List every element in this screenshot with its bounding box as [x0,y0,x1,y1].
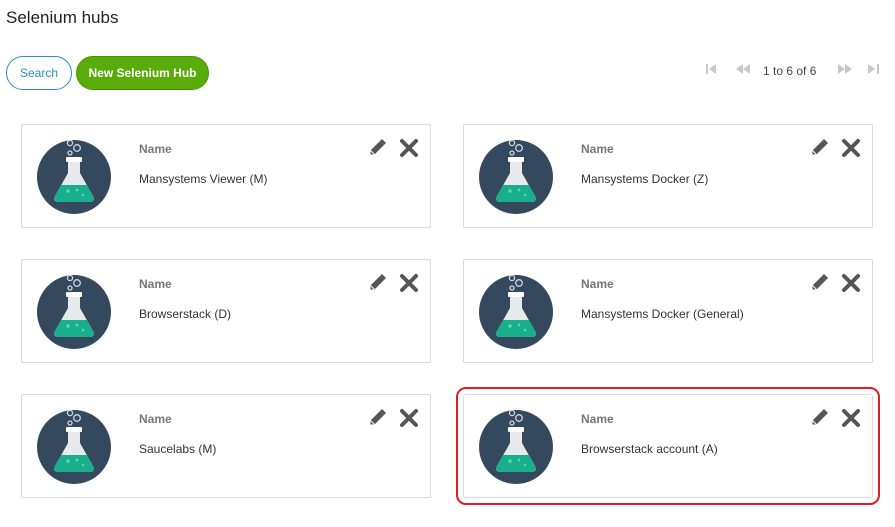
close-icon[interactable] [399,408,419,428]
pencil-icon[interactable] [810,139,828,157]
close-icon[interactable] [399,273,419,293]
flask-icon [479,274,553,349]
last-page-icon[interactable] [868,63,879,78]
hub-name-value: Browserstack account (A) [581,442,718,456]
first-page-icon[interactable] [706,63,717,78]
hub-name-label: Name [139,277,172,291]
hub-name-value: Browserstack (D) [139,307,232,321]
next-page-icon[interactable] [838,63,852,78]
pencil-icon[interactable] [368,274,386,292]
hub-name-label: Name [581,412,614,426]
flask-icon [479,139,553,214]
flask-icon [37,409,111,484]
hub-name-value: Mansystems Docker (Z) [581,172,709,186]
pencil-icon[interactable] [810,274,828,292]
hub-name-value: Mansystems Viewer (M) [139,172,268,186]
previous-page-icon[interactable] [736,63,750,78]
pagination-range: 1 to 6 of 6 [763,64,817,78]
page-title: Selenium hubs [6,8,119,27]
hub-name-value: Saucelabs (M) [139,442,217,456]
close-icon[interactable] [841,138,861,158]
close-icon[interactable] [399,138,419,158]
new-selenium-hub-button[interactable]: New Selenium Hub [76,56,209,90]
hub-name-label: Name [139,412,172,426]
hub-name-label: Name [581,142,614,156]
flask-icon [479,409,553,484]
hub-card[interactable]: Name Saucelabs (M) [21,394,431,498]
close-icon[interactable] [841,408,861,428]
pencil-icon[interactable] [368,139,386,157]
hub-card[interactable]: Name Mansystems Docker (Z) [463,124,873,228]
hub-name-value: Mansystems Docker (General) [581,307,744,321]
hub-card[interactable]: Name Browserstack (D) [21,259,431,363]
hub-name-label: Name [139,142,172,156]
pencil-icon[interactable] [810,409,828,427]
hub-card[interactable]: Name Browserstack account (A) [456,387,880,505]
pencil-icon[interactable] [368,409,386,427]
hub-card[interactable]: Name Mansystems Docker (General) [463,259,873,363]
search-button[interactable]: Search [6,56,72,90]
hub-name-label: Name [581,277,614,291]
close-icon[interactable] [841,273,861,293]
flask-icon [37,274,111,349]
hub-card[interactable]: Name Mansystems Viewer (M) [21,124,431,228]
flask-icon [37,139,111,214]
